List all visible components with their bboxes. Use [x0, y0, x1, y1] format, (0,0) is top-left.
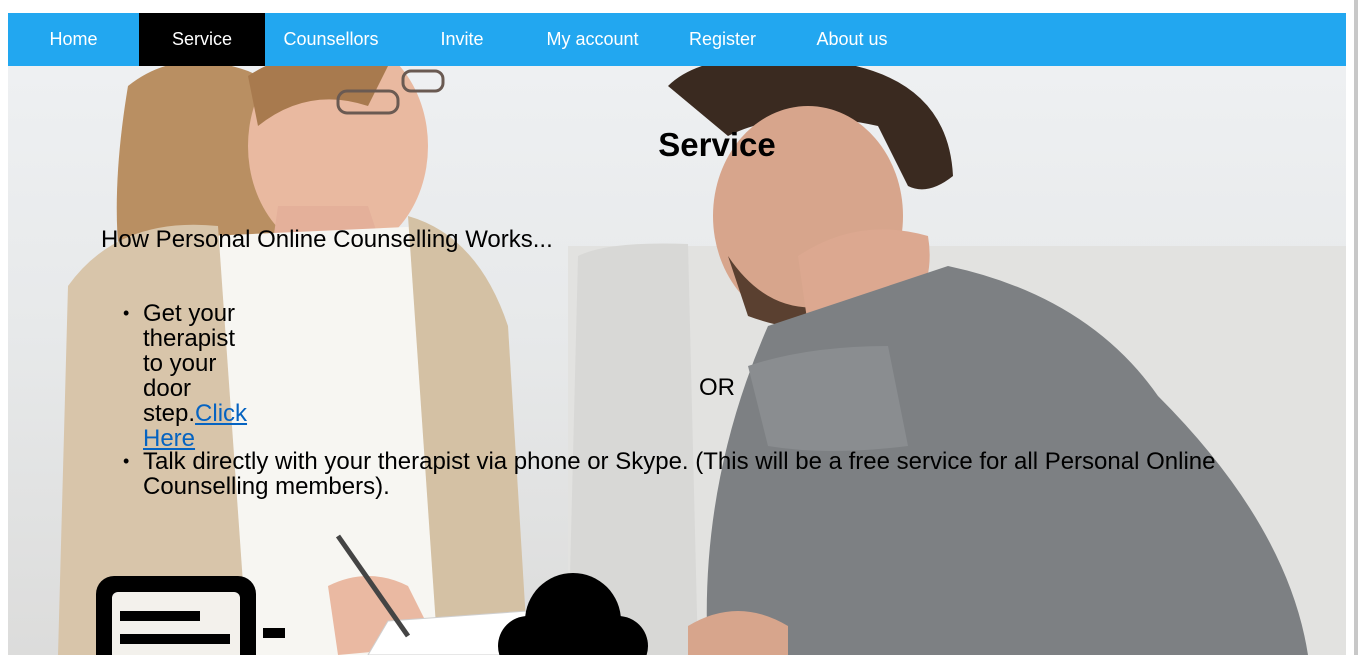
hero-section: Service How Personal Online Counselling …: [8, 66, 1346, 655]
top-nav: Home Service Counsellors Invite My accou…: [8, 13, 1346, 66]
bullet-dot: •: [123, 451, 130, 471]
bullet-phone-skype-line2: Counselling members).: [143, 473, 390, 500]
page-scrollbar[interactable]: [1354, 0, 1358, 655]
or-separator: OR: [699, 374, 735, 401]
nav-item-home[interactable]: Home: [8, 13, 139, 66]
bullet-phone-skype-line1: Talk directly with your therapist via ph…: [143, 448, 1216, 475]
nav-item-counsellors[interactable]: Counsellors: [265, 13, 397, 66]
page-title: Service: [658, 126, 776, 163]
bullet-dot: •: [123, 303, 130, 323]
page: Home Service Counsellors Invite My accou…: [8, 13, 1346, 655]
nav-item-my-account[interactable]: My account: [527, 13, 658, 66]
nav-item-invite[interactable]: Invite: [397, 13, 527, 66]
nav-item-register[interactable]: Register: [658, 13, 787, 66]
intro-text: How Personal Online Counselling Works...: [101, 226, 553, 253]
nav-item-about-us[interactable]: About us: [787, 13, 917, 66]
nav-item-service[interactable]: Service: [139, 13, 265, 66]
